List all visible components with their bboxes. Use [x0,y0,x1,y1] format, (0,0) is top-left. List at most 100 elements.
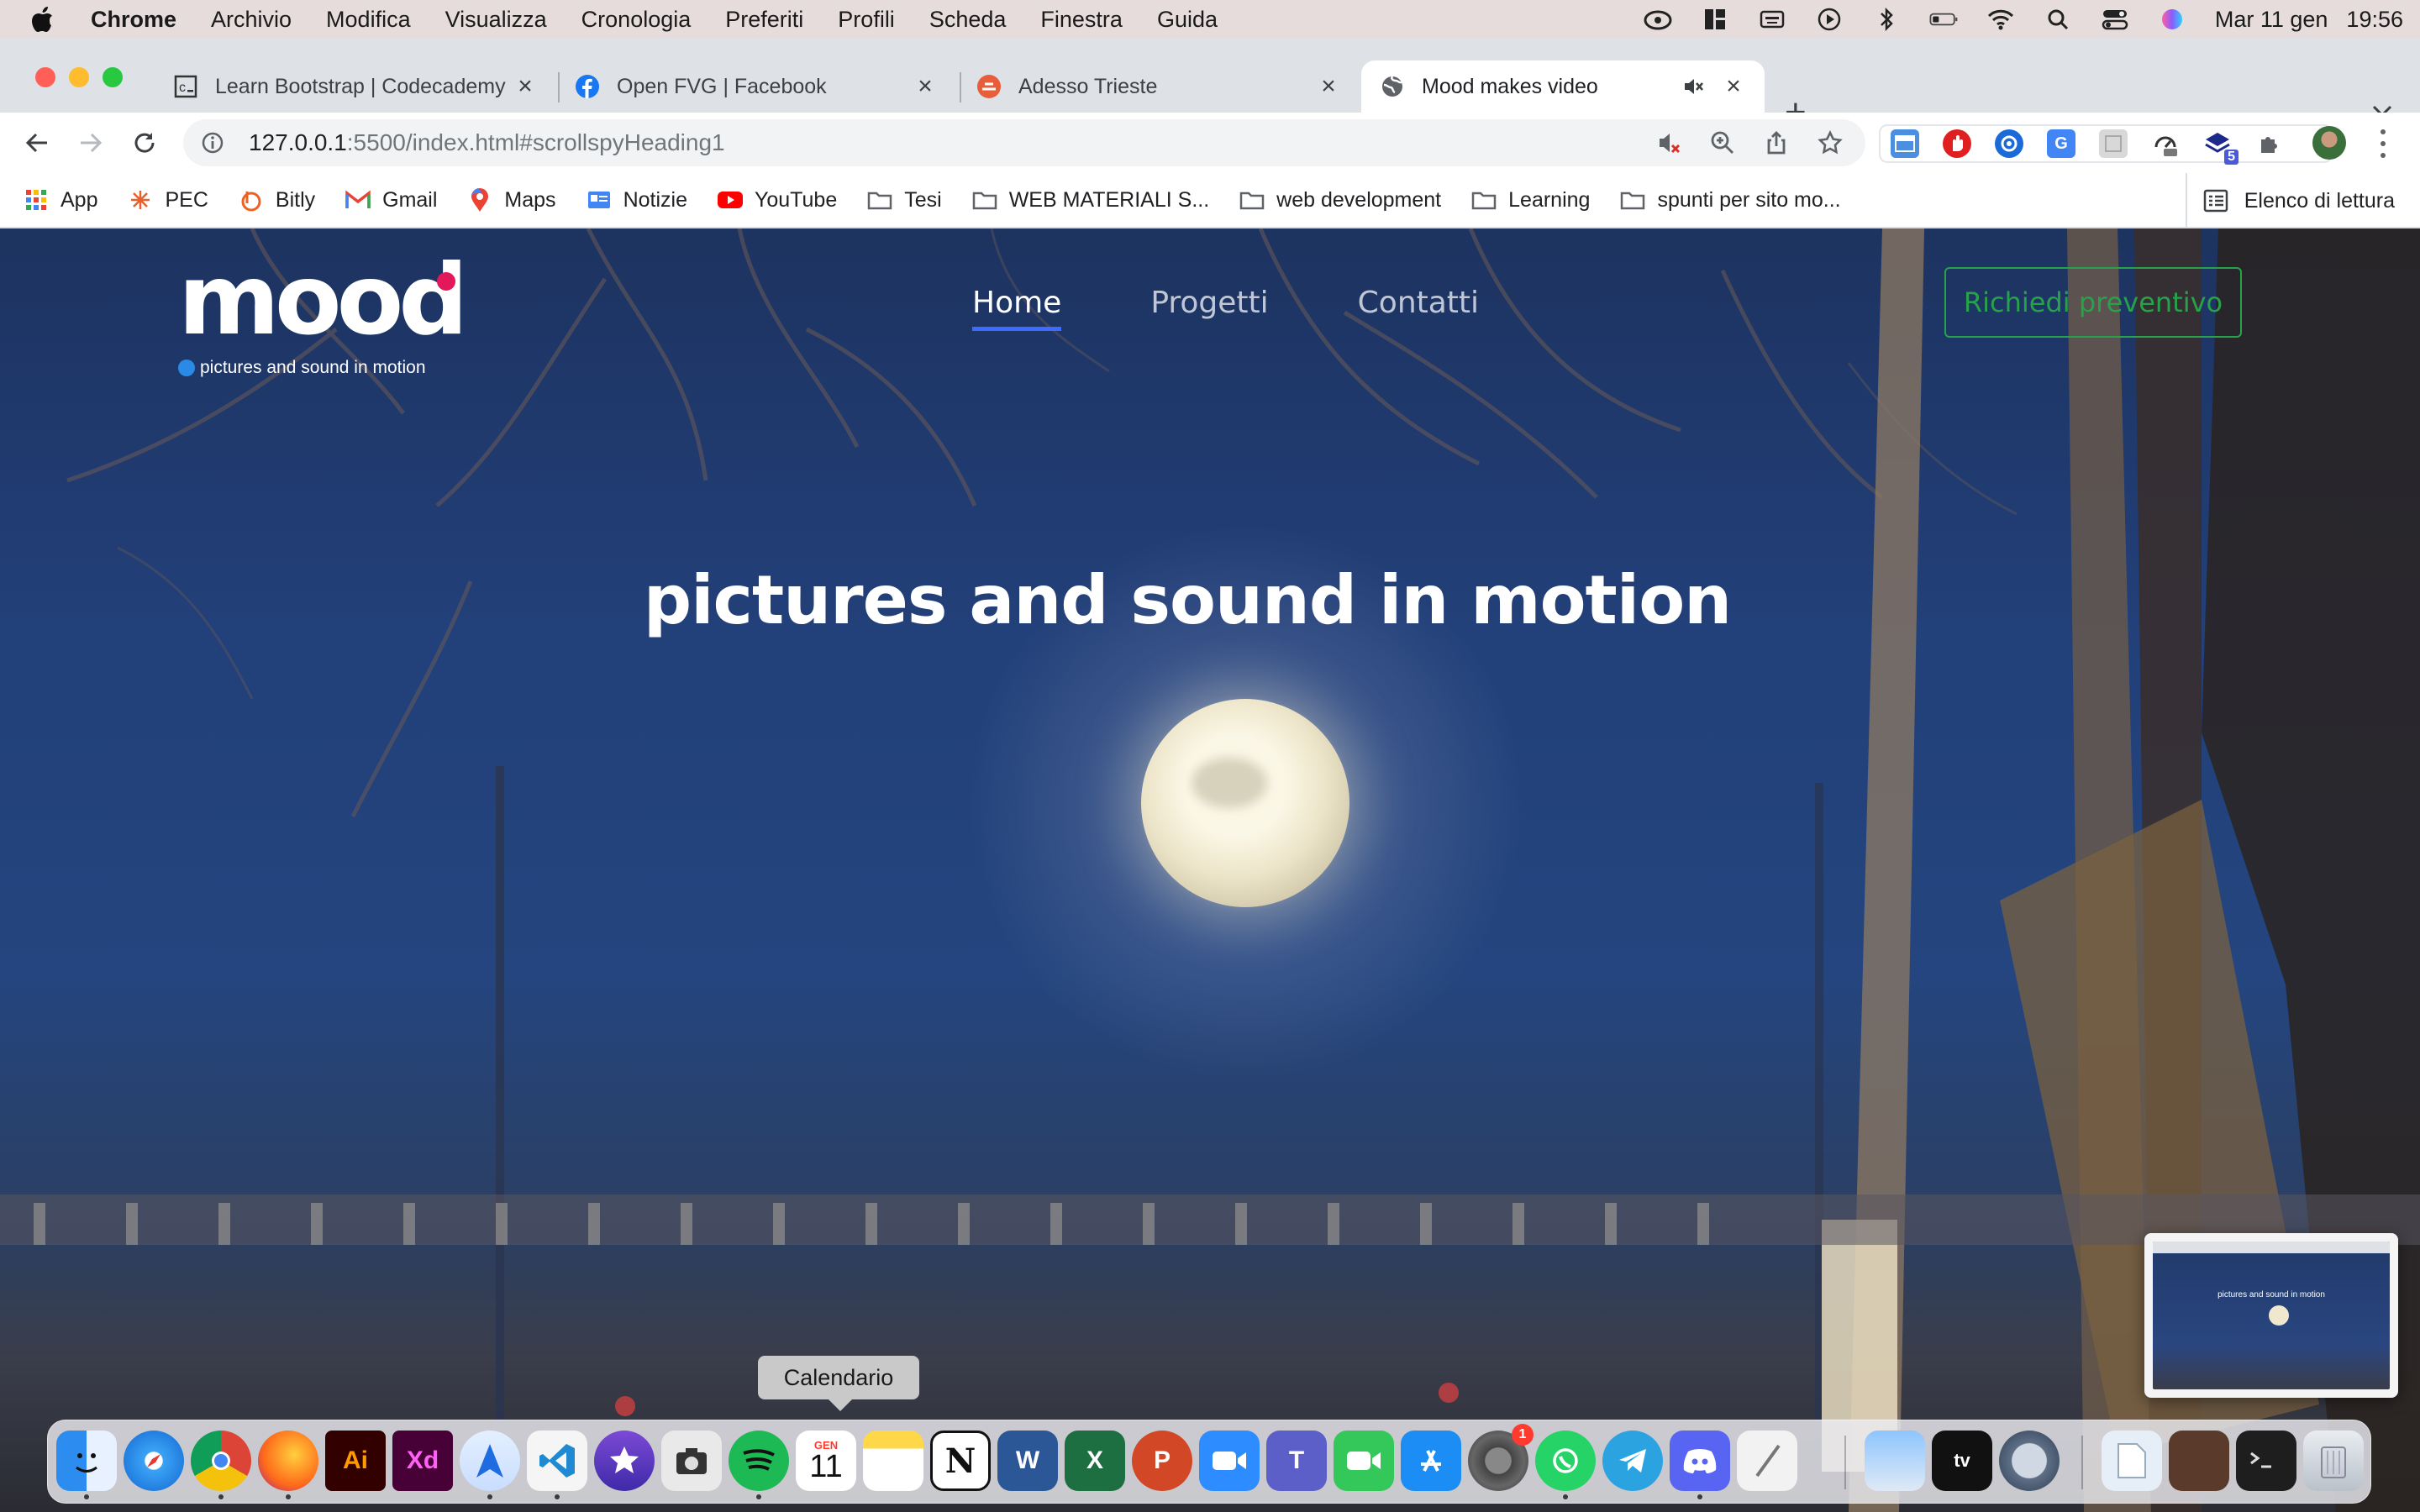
battery-icon[interactable] [1929,7,1958,32]
bookmark-bitly[interactable]: Bitly [239,187,315,213]
menu-cronologia[interactable]: Cronologia [581,7,692,33]
textedit-icon[interactable] [1737,1431,1797,1491]
close-tab-icon[interactable]: × [1721,72,1746,100]
spotify-icon[interactable] [729,1431,789,1491]
whatsapp-icon[interactable] [1535,1431,1596,1491]
bookmark-star-icon[interactable] [1817,129,1844,156]
google-translate-icon[interactable]: G [2047,129,2075,158]
app-store-icon[interactable] [1401,1431,1461,1491]
siri-icon[interactable] [2158,7,2186,32]
forward-arrow-icon[interactable] [76,128,106,158]
bookmark-app[interactable]: App [24,187,97,213]
tab-adesso-trieste[interactable]: Adesso Trieste × [958,60,1360,113]
back-arrow-icon[interactable] [22,128,52,158]
excel-icon[interactable]: X [1065,1431,1125,1491]
screenshot-icon[interactable] [661,1431,722,1491]
bookmark-folder-web-development[interactable]: web development [1239,187,1441,213]
tab-codecademy[interactable]: c Learn Bootstrap | Codecademy × [155,60,556,113]
zoom-icon[interactable] [1199,1431,1260,1491]
testflight-icon[interactable] [460,1431,520,1491]
control-center-icon[interactable] [2101,7,2129,32]
bookmark-notizie[interactable]: Notizie [587,187,687,213]
notion-icon[interactable]: N [930,1431,991,1491]
photo-booth-icon[interactable] [2169,1431,2229,1491]
finder-icon[interactable] [56,1431,117,1491]
close-tab-icon[interactable]: × [1316,72,1341,100]
bookmark-folder-tesi[interactable]: Tesi [867,187,942,213]
close-tab-icon[interactable]: × [513,72,538,100]
nav-contatti[interactable]: Contatti [1358,286,1479,331]
bookmark-maps[interactable]: Maps [467,187,556,213]
telegram-icon[interactable] [1602,1431,1663,1491]
powerpoint-icon[interactable]: P [1132,1431,1192,1491]
bluetooth-icon[interactable] [1872,7,1901,32]
menu-app-name[interactable]: Chrome [91,7,176,33]
menu-archivio[interactable]: Archivio [211,7,292,33]
chrome-menu-icon[interactable] [2375,129,2391,158]
chrome-icon[interactable] [191,1431,251,1491]
bookmark-pec[interactable]: PEC [128,187,208,213]
menu-guida[interactable]: Guida [1157,7,1218,33]
window-layout-icon[interactable] [1701,7,1729,32]
profile-avatar[interactable] [2312,126,2346,160]
nav-home[interactable]: Home [972,286,1062,331]
blocked-sound-icon[interactable] [1655,129,1682,156]
wifi-icon[interactable] [1986,7,2015,32]
adobe-xd-icon[interactable]: Xd [392,1431,453,1491]
blue-extension-icon[interactable] [1995,129,2023,158]
imovie-icon[interactable] [594,1431,655,1491]
spotlight-search-icon[interactable] [2044,7,2072,32]
trash-icon[interactable] [2303,1431,2364,1491]
apple-menu-icon[interactable] [32,7,54,32]
preview-icon[interactable] [1865,1431,1925,1491]
reading-list-button[interactable]: Elenco di lettura [2185,173,2395,228]
address-bar[interactable]: 127.0.0.1 :5500/index.html#scrollspyHead… [183,119,1865,166]
quicktime-icon[interactable] [1999,1431,2060,1491]
adblock-extension-icon[interactable] [1943,129,1971,158]
menu-finestra[interactable]: Finestra [1040,7,1123,33]
minimize-window-button[interactable] [69,67,89,87]
apple-tv-icon[interactable]: tv [1932,1431,1992,1491]
bookmark-folder-learning[interactable]: Learning [1471,187,1590,213]
pdf-file-icon[interactable] [2102,1431,2162,1491]
menu-preferiti[interactable]: Preferiti [725,7,803,33]
creative-cloud-icon[interactable] [1644,7,1672,32]
bookmark-folder-spunti[interactable]: spunti per sito mo... [1620,187,1841,213]
discord-icon[interactable] [1670,1431,1730,1491]
illustrator-icon[interactable]: Ai [325,1431,386,1491]
speed-test-extension-icon[interactable] [2151,129,2180,158]
word-icon[interactable]: W [997,1431,1058,1491]
close-tab-icon[interactable]: × [913,72,938,100]
menu-visualizza[interactable]: Visualizza [445,7,547,33]
site-info-icon[interactable] [200,130,225,155]
extensions-puzzle-icon[interactable] [2255,129,2284,158]
tab-muted-icon[interactable] [1681,74,1706,99]
facetime-icon[interactable] [1334,1431,1394,1491]
site-logo[interactable]: mood pictures and sound in motion [178,252,468,378]
menu-scheda[interactable]: Scheda [929,7,1007,33]
window-preview-thumbnail[interactable]: pictures and sound in motion [2144,1233,2398,1398]
teams-icon[interactable]: T [1266,1431,1327,1491]
nav-progetti[interactable]: Progetti [1150,286,1268,331]
safari-icon[interactable] [124,1431,184,1491]
menu-modifica[interactable]: Modifica [326,7,411,33]
share-icon[interactable] [1763,129,1790,156]
keyboard-icon[interactable] [1758,7,1786,32]
request-quote-button[interactable]: Richiedi preventivo [1944,267,2242,338]
menu-clock[interactable]: Mar 11 gen 19:56 [2215,7,2403,33]
bookmark-folder-web-materiali[interactable]: WEB MATERIALI S... [972,187,1209,213]
tab-mood-makes-video[interactable]: Mood makes video × [1361,60,1765,113]
close-window-button[interactable] [35,67,55,87]
system-preferences-icon[interactable]: 1 [1468,1424,1534,1491]
stack-extension-icon[interactable]: 5 [2203,129,2238,165]
firefox-icon[interactable] [258,1431,318,1491]
bookmark-youtube[interactable]: YouTube [717,187,837,213]
tab-facebook[interactable]: Open FVG | Facebook × [556,60,956,113]
vscode-icon[interactable] [527,1431,587,1491]
calendar-icon[interactable]: GEN 11 [796,1431,856,1491]
tab-preview-extension-icon[interactable] [1891,129,1919,158]
zoom-icon[interactable] [1709,129,1736,156]
notes-icon[interactable] [863,1431,923,1491]
terminal-icon[interactable] [2236,1431,2296,1491]
menu-profili[interactable]: Profili [838,7,895,33]
